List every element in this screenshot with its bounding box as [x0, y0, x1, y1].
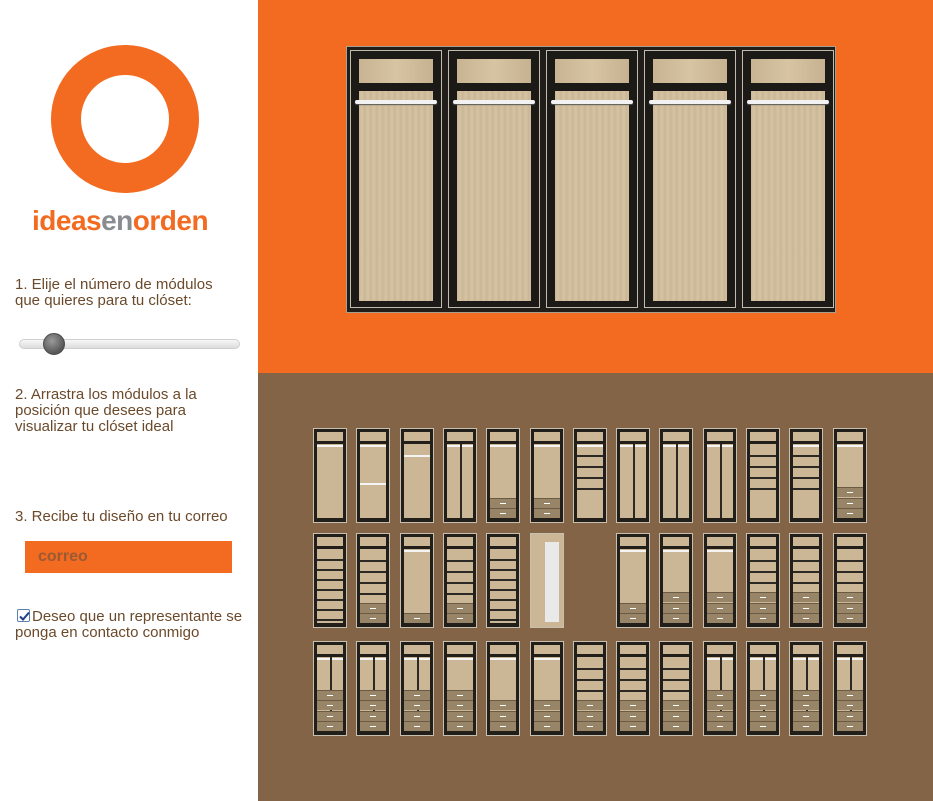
closet-module[interactable]: [448, 50, 540, 308]
palette-module-shelves-drawers-3[interactable]: [789, 533, 823, 628]
palette-module-shelves-drawers-3[interactable]: [573, 641, 607, 736]
step-1-instruction: 1. Elije el número de módulos que quiere…: [15, 276, 213, 309]
contact-checkbox-label: Deseo que un representante se ponga en c…: [15, 608, 243, 641]
palette-module-rail-shelves[interactable]: [789, 428, 823, 523]
closet-preview-area: [258, 0, 933, 373]
palette-module-split-rail[interactable]: [659, 428, 693, 523]
brand-name: ideasenorden: [32, 205, 209, 237]
palette-module-rail-full[interactable]: [313, 428, 347, 523]
palette-module-rail-drawers-3[interactable]: [703, 533, 737, 628]
palette-module-shelves-drawers-3[interactable]: [833, 533, 867, 628]
palette-module-shelves[interactable]: [746, 428, 780, 523]
palette-module-rail-drawers-wide[interactable]: [530, 428, 564, 523]
email-field[interactable]: [25, 541, 232, 573]
palette-module-shelves-drawers-3[interactable]: [659, 641, 693, 736]
palette-module-shelves-full[interactable]: [486, 533, 520, 628]
palette-module-rail-drawers[interactable]: [486, 428, 520, 523]
palette-module-empty[interactable]: [573, 533, 607, 628]
palette-module-rail-shelf-low[interactable]: [356, 428, 390, 523]
palette-module-split-drawers[interactable]: [789, 641, 823, 736]
sidebar-panel: ideasenorden 1. Elije el número de módul…: [0, 0, 258, 801]
closet-module[interactable]: [742, 50, 834, 308]
palette-module-split-drawers[interactable]: [313, 641, 347, 736]
closet-module[interactable]: [546, 50, 638, 308]
module-count-slider-handle[interactable]: [42, 333, 65, 355]
palette-module-shelves-drawers[interactable]: [443, 533, 477, 628]
palette-module-shelves-full[interactable]: [313, 533, 347, 628]
palette-module-rail-drawers-4[interactable]: [443, 641, 477, 736]
palette-module-half-split[interactable]: [443, 428, 477, 523]
module-palette: [258, 373, 933, 801]
palette-module-rail-drawers-3[interactable]: [486, 641, 520, 736]
palette-module-split-drawers[interactable]: [833, 641, 867, 736]
closet-module[interactable]: [350, 50, 442, 308]
palette-module-hanger-drawers[interactable]: [616, 533, 650, 628]
palette-module-door-mirror[interactable]: [530, 533, 564, 628]
palette-module-split-rail[interactable]: [616, 428, 650, 523]
brand-name-part2: en: [101, 205, 133, 236]
palette-module-shelves-drawers[interactable]: [356, 533, 390, 628]
step-3-instruction: 3. Recibe tu diseño en tu correo: [15, 508, 228, 525]
step-2-instruction: 2. Arrastra los módulos a la posición qu…: [15, 386, 197, 435]
palette-module-shelves-drawers-3[interactable]: [746, 533, 780, 628]
closet-module[interactable]: [644, 50, 736, 308]
palette-module-shelves-drawers-3[interactable]: [616, 641, 650, 736]
brand-name-part3: orden: [132, 205, 209, 236]
closet-preview: [346, 46, 836, 313]
palette-module-rail-drawers-3[interactable]: [659, 533, 693, 628]
palette-module-rail-drawers-3[interactable]: [530, 641, 564, 736]
brand-logo-ring: [51, 45, 199, 193]
palette-module-split-drawers[interactable]: [746, 641, 780, 736]
palette-module-split-drawers[interactable]: [400, 641, 434, 736]
palette-module-rail-high[interactable]: [400, 428, 434, 523]
brand-name-part1: ideas: [32, 205, 102, 236]
palette-module-shelves-rail[interactable]: [573, 428, 607, 523]
palette-module-split-drawers[interactable]: [703, 641, 737, 736]
palette-module-rail-drawers-3[interactable]: [833, 428, 867, 523]
palette-module-rail-drawer[interactable]: [400, 533, 434, 628]
palette-module-split-rail[interactable]: [703, 428, 737, 523]
palette-module-split-drawers[interactable]: [356, 641, 390, 736]
